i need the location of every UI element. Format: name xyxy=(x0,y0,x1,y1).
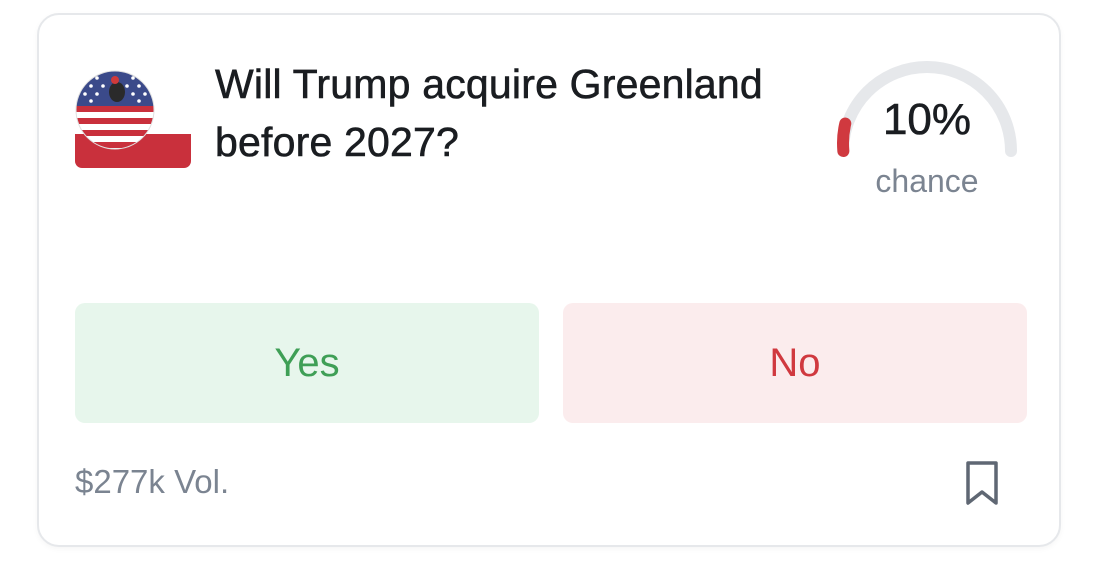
market-card[interactable]: Will Trump acquire Greenland before 2027… xyxy=(37,13,1061,547)
no-button[interactable]: No xyxy=(563,303,1027,423)
bookmark-icon xyxy=(966,461,998,505)
chance-gauge: 10% chance xyxy=(829,45,1025,215)
chance-label: chance xyxy=(875,163,979,199)
yes-button[interactable]: Yes xyxy=(75,303,539,423)
bookmark-button[interactable] xyxy=(959,459,1005,507)
usa-greenland-flag-icon xyxy=(75,70,191,168)
volume-text: $277k Vol. xyxy=(75,463,230,500)
chance-value: 10% xyxy=(882,95,972,145)
market-title[interactable]: Will Trump acquire Greenland before 2027… xyxy=(215,55,775,171)
